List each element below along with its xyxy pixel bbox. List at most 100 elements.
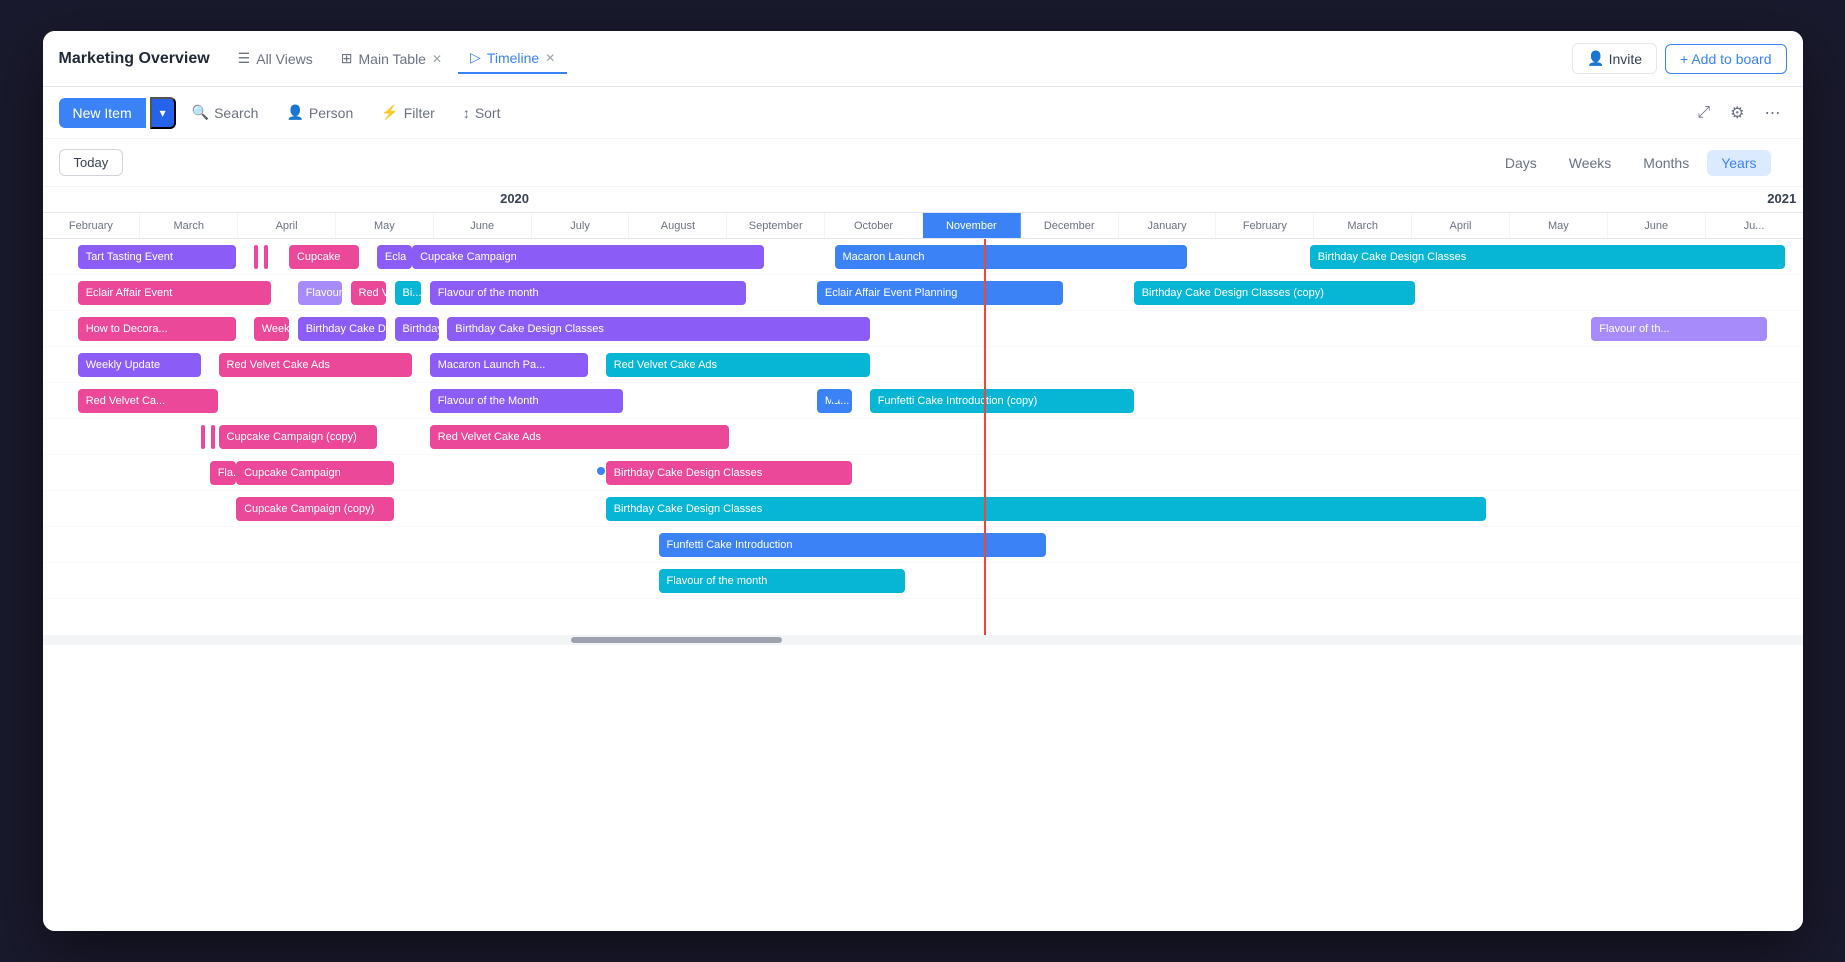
bar-weekly-update[interactable]: Weekly Update — [78, 353, 201, 377]
bar-flavour-small[interactable]: Flavour... — [298, 281, 342, 305]
person-button[interactable]: 👤 Person — [274, 98, 365, 127]
tab-timeline[interactable]: ▷ Timeline ✕ — [458, 43, 567, 74]
bar-birthday-classes-4[interactable]: Birthday Cake Design Classes — [606, 497, 1486, 521]
bar-birthday-classes-3[interactable]: Birthday Cake Design Classes — [606, 461, 852, 485]
settings-icon[interactable]: ⚙ — [1724, 97, 1750, 129]
add-to-board-button[interactable]: + Add to board — [1665, 44, 1786, 74]
bar-cupcake-1[interactable]: Cupcake — [289, 245, 359, 269]
header: Marketing Overview ☰ All Views ⊞ Main Ta… — [43, 31, 1803, 87]
milestone-dot-2 — [597, 467, 605, 475]
bar-eclair-affair[interactable]: Eclair Affair Event — [78, 281, 272, 305]
invite-button[interactable]: 👤 Invite — [1572, 43, 1657, 74]
all-views-icon: ☰ — [238, 50, 251, 67]
bar-cupcake-campaign[interactable]: Cupcake Campaign — [412, 245, 764, 269]
bar-weekl[interactable]: Weekl... — [254, 317, 289, 341]
bar-funfetti[interactable]: Funfetti Cake Introduction — [659, 533, 1046, 557]
month-dec: December — [1021, 213, 1119, 238]
month-sep: September — [727, 213, 825, 238]
bar-flavour-month-1[interactable]: Flavour of the month — [430, 281, 747, 305]
gantt-row-0: Tart Tasting Event Cupcake Ecla Cupcake … — [43, 239, 1803, 275]
bar-small-row5 — [201, 425, 205, 449]
bar-how-to[interactable]: How to Decora... — [78, 317, 236, 341]
year-header-row: 2020 2021 — [43, 187, 1803, 213]
bar-funfetti-copy[interactable]: Funfetti Cake Introduction (copy) — [870, 389, 1134, 413]
bar-flavour-month-3[interactable]: Flavour of the month — [659, 569, 905, 593]
toolbar-right: ⤢ ⚙ ⋯ — [1691, 97, 1786, 129]
app-title: Marketing Overview — [59, 50, 210, 68]
month-jul: July — [532, 213, 630, 238]
view-buttons: Days Weeks Months Years — [1491, 150, 1771, 176]
milestone-dot — [831, 395, 839, 403]
tab-main-table[interactable]: ⊞ Main Table ✕ — [329, 44, 454, 73]
bar-red-velvet-ads-1[interactable]: Red Velvet Cake Ads — [219, 353, 413, 377]
gantt-rows: Tart Tasting Event Cupcake Ecla Cupcake … — [43, 239, 1803, 635]
bar-fla-small[interactable]: Fla... — [210, 461, 236, 485]
app-window: Marketing Overview ☰ All Views ⊞ Main Ta… — [43, 31, 1803, 931]
bar-red-velvet-ca[interactable]: Red Velvet Ca... — [78, 389, 219, 413]
person-icon: 👤 — [286, 104, 303, 121]
bar-birthday-cake-1[interactable]: Birthday Cake Design Classes — [1310, 245, 1785, 269]
month-mar: March — [140, 213, 238, 238]
gantt-row-empty — [43, 599, 1803, 635]
bar-bi-small[interactable]: Bi... — [395, 281, 421, 305]
new-item-button[interactable]: New Item — [59, 98, 146, 128]
bar-cupcake-copy[interactable]: Cupcake Campaign (copy) — [219, 425, 377, 449]
bar-small-1 — [254, 245, 258, 269]
gantt-row-3: Weekly Update Red Velvet Cake Ads Macaro… — [43, 347, 1803, 383]
bar-tart-tasting[interactable]: Tart Tasting Event — [78, 245, 236, 269]
years-view-button[interactable]: Years — [1707, 150, 1770, 176]
today-button[interactable]: Today — [59, 149, 124, 176]
month-jun21: June — [1608, 213, 1706, 238]
bar-flavour-month-2[interactable]: Flavour of the Month — [430, 389, 624, 413]
sort-icon: ↕ — [463, 105, 470, 121]
bar-eclair-planning[interactable]: Eclair Affair Event Planning — [817, 281, 1063, 305]
month-jan21: January — [1119, 213, 1217, 238]
bar-cupcake-campaign-2[interactable]: Cupcake Campaign — [236, 461, 394, 485]
bar-small-2 — [264, 245, 268, 269]
scrollbar-thumb — [571, 637, 782, 643]
filter-icon: ⚡ — [381, 104, 398, 121]
year-2020: 2020 — [500, 191, 529, 206]
bar-ecla[interactable]: Ecla — [377, 245, 412, 269]
bar-red-velvet-ads-3[interactable]: Red Velvet Cake Ads — [430, 425, 729, 449]
gantt-row-5: Cupcake Campaign (copy) Red Velvet Cake … — [43, 419, 1803, 455]
months-row: February March April May June July Augus… — [43, 213, 1803, 239]
bar-birthday-c[interactable]: Birthday C... — [395, 317, 439, 341]
month-apr: April — [238, 213, 336, 238]
user-icon: 👤 — [1587, 50, 1604, 67]
bar-small-row5b — [211, 425, 215, 449]
month-nov: November — [923, 213, 1021, 238]
bar-birthday-classes-2[interactable]: Birthday Cake Design Classes — [447, 317, 869, 341]
expand-icon[interactable]: ⤢ — [1691, 98, 1716, 128]
bar-red-velvet-small[interactable]: Red Ve... — [351, 281, 386, 305]
gantt-row-6: Fla... Cupcake Campaign Birthday Cake De… — [43, 455, 1803, 491]
bar-red-velvet-ads-2[interactable]: Red Velvet Cake Ads — [606, 353, 870, 377]
bar-macaron-launch-pa[interactable]: Macaron Launch Pa... — [430, 353, 588, 377]
month-feb: February — [43, 213, 141, 238]
sort-button[interactable]: ↕ Sort — [451, 99, 513, 127]
days-view-button[interactable]: Days — [1491, 150, 1551, 176]
weeks-view-button[interactable]: Weeks — [1555, 150, 1626, 176]
horizontal-scrollbar[interactable] — [43, 635, 1803, 645]
month-apr21: April — [1412, 213, 1510, 238]
bar-birthday-cake-design-small[interactable]: Birthday Cake Desig... — [298, 317, 386, 341]
bar-birthday-copy[interactable]: Birthday Cake Design Classes (copy) — [1134, 281, 1416, 305]
search-icon: 🔍 — [192, 104, 209, 121]
search-button[interactable]: 🔍 Search — [180, 98, 271, 127]
more-icon[interactable]: ⋯ — [1759, 97, 1787, 129]
table-icon: ⊞ — [341, 50, 353, 67]
tab-all-views[interactable]: ☰ All Views — [226, 44, 325, 73]
months-view-button[interactable]: Months — [1629, 150, 1703, 176]
timeline-controls: Today Days Weeks Months Years — [43, 139, 1803, 187]
bar-cupcake-copy-2[interactable]: Cupcake Campaign (copy) — [236, 497, 394, 521]
bar-macaron-launch[interactable]: Macaron Launch — [835, 245, 1187, 269]
month-oct: October — [825, 213, 923, 238]
gantt-row-1: Eclair Affair Event Flavour... Red Ve...… — [43, 275, 1803, 311]
new-item-chevron[interactable]: ▾ — [150, 97, 176, 129]
gantt-row-8: Funfetti Cake Introduction — [43, 527, 1803, 563]
month-jul21: Ju... — [1706, 213, 1803, 238]
filter-button[interactable]: ⚡ Filter — [369, 98, 447, 127]
month-jun: June — [434, 213, 532, 238]
month-feb21: February — [1216, 213, 1314, 238]
bar-flavour-th[interactable]: Flavour of th... — [1591, 317, 1767, 341]
